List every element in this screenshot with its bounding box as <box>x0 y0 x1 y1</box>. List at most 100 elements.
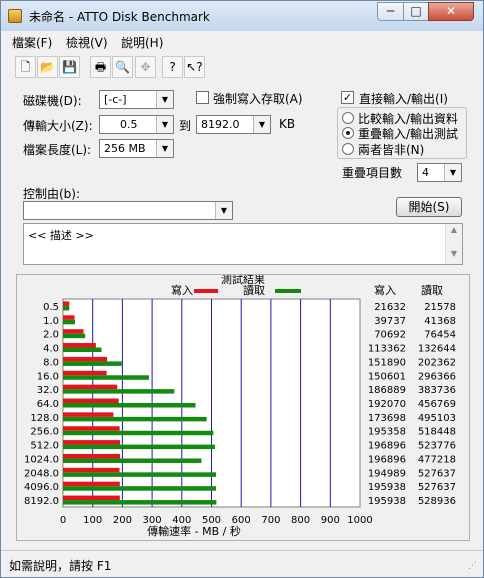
neither-radio[interactable] <box>342 143 354 155</box>
print-icon[interactable]: 🖶 <box>90 56 111 78</box>
menu-view[interactable]: 檢視(V) <box>63 34 111 51</box>
bar-write <box>63 370 107 376</box>
maximize-icon: □ <box>410 4 422 18</box>
start-button[interactable]: 開始(S) <box>396 197 462 217</box>
bar-write <box>63 301 70 306</box>
read-value: 21578 <box>424 302 456 313</box>
y-tick-label: 16.0 <box>37 371 59 382</box>
read-value: 518448 <box>418 427 456 438</box>
title-bar[interactable]: 未命名 - ATTO Disk Benchmark ─ □ ✕ <box>1 1 483 31</box>
y-tick-label: 512.0 <box>30 441 59 452</box>
bar-write <box>63 356 108 362</box>
write-value: 195938 <box>368 496 406 507</box>
x-tick-label: 800 <box>291 515 310 526</box>
legend-write-swatch <box>194 289 218 293</box>
chevron-down-icon: ▼ <box>156 116 173 133</box>
read-value: 456769 <box>418 399 456 410</box>
description-textarea[interactable]: << 描述 >> ▲ ▼ <box>23 223 463 265</box>
y-tick-label: 1.0 <box>43 316 59 327</box>
file-length-label: 檔案長度(L): <box>23 143 92 157</box>
read-value: 495103 <box>418 413 456 424</box>
force-write-checkbox[interactable] <box>196 91 209 104</box>
write-value: 39737 <box>374 316 406 327</box>
read-value: 383736 <box>418 385 456 396</box>
save-icon[interactable]: 💾 <box>59 56 80 78</box>
legend-read-swatch <box>275 289 301 293</box>
bar-read <box>63 389 175 394</box>
chevron-down-icon: ▼ <box>215 202 232 219</box>
open-folder-icon[interactable]: 📂 <box>37 56 58 78</box>
neither-label: 兩者皆非(N) <box>358 143 425 157</box>
drive-select[interactable]: [-c-] ▼ <box>99 90 174 109</box>
write-value: 150601 <box>368 371 406 382</box>
transfer-to-select[interactable]: 8192.0 ▼ <box>196 115 271 134</box>
controlled-by-select[interactable]: ▼ <box>23 201 233 220</box>
y-tick-label: 4096.0 <box>24 482 59 493</box>
new-file-icon[interactable]: 🗋 <box>15 56 36 78</box>
y-tick-label: 1024.0 <box>24 454 59 465</box>
bar-write <box>63 481 120 487</box>
legend-read-label: 讀取 <box>243 283 265 297</box>
help-icon[interactable]: ? <box>162 56 183 78</box>
x-axis-label: 傳輸速率 - MB / 秒 <box>147 524 241 538</box>
chevron-down-icon: ▼ <box>253 116 270 133</box>
print-preview-icon[interactable]: 🔍 <box>112 56 133 78</box>
x-tick-label: 100 <box>83 515 102 526</box>
queue-depth-label: 重疊項目數 <box>342 166 403 180</box>
menu-file[interactable]: 檔案(F) <box>9 34 55 51</box>
read-value: 527637 <box>418 482 456 493</box>
bar-write <box>63 440 121 445</box>
write-value: 113362 <box>368 344 406 355</box>
queue-depth-select[interactable]: 4 ▼ <box>417 163 462 182</box>
direct-io-checkbox[interactable]: ✓ <box>341 91 354 104</box>
menu-bar: 檔案(F) 檢視(V) 說明(H) <box>5 32 479 52</box>
y-tick-label: 8192.0 <box>24 496 59 507</box>
scroll-down-icon[interactable]: ▼ <box>446 249 462 263</box>
description-text: << 描述 >> <box>28 229 94 242</box>
x-tick-label: 1000 <box>347 515 372 526</box>
write-value: 192070 <box>368 399 406 410</box>
table-header-write: 寫入 <box>374 283 396 297</box>
bar-read <box>63 403 196 408</box>
maximize-button[interactable]: □ <box>403 2 429 21</box>
compare-radio[interactable] <box>342 112 354 124</box>
transfer-to-value: 8192.0 <box>201 118 240 131</box>
y-tick-label: 2048.0 <box>24 468 59 479</box>
bar-read <box>63 486 217 491</box>
to-label: 到 <box>179 119 192 133</box>
read-value: 527637 <box>418 468 456 479</box>
overlap-radio[interactable] <box>342 127 354 139</box>
y-tick-label: 256.0 <box>30 427 59 438</box>
status-text: 如需說明，請按 F1 <box>9 559 112 573</box>
minimize-icon: ─ <box>386 4 395 18</box>
file-length-select[interactable]: 256 MB ▼ <box>99 139 174 158</box>
overlap-label: 重疊輸入/輸出測試 <box>358 127 459 141</box>
menu-help[interactable]: 說明(H) <box>118 34 166 51</box>
chevron-down-icon: ▼ <box>156 91 173 108</box>
bar-read <box>63 347 102 353</box>
x-tick-label: 700 <box>261 515 280 526</box>
direct-io-label: 直接輸入/輸出(I) <box>359 92 448 106</box>
bar-write <box>63 398 119 403</box>
x-tick-label: 900 <box>321 515 340 526</box>
write-value: 195358 <box>368 427 406 438</box>
scroll-up-icon[interactable]: ▲ <box>446 225 462 239</box>
bar-write <box>63 467 120 473</box>
close-button[interactable]: ✕ <box>428 2 474 21</box>
write-value: 173698 <box>368 413 406 424</box>
minimize-button[interactable]: ─ <box>377 2 404 21</box>
table-header-read: 讀取 <box>421 283 443 297</box>
read-value: 296366 <box>418 371 456 382</box>
context-help-icon[interactable]: ↖? <box>184 56 205 78</box>
description-scrollbar[interactable]: ▲ ▼ <box>445 224 462 264</box>
move-icon[interactable]: ✥ <box>135 56 156 78</box>
bar-write <box>63 315 75 320</box>
resize-grip-icon[interactable]: ⋰ <box>468 561 477 571</box>
write-value: 196896 <box>368 454 406 465</box>
legend-write-label: 寫入 <box>171 283 193 297</box>
read-value: 477218 <box>418 454 456 465</box>
chevron-down-icon: ▼ <box>156 140 173 157</box>
bar-read <box>63 416 207 422</box>
transfer-from-select[interactable]: 0.5 ▼ <box>99 115 174 134</box>
transfer-size-label: 傳輸大小(Z): <box>23 119 93 133</box>
